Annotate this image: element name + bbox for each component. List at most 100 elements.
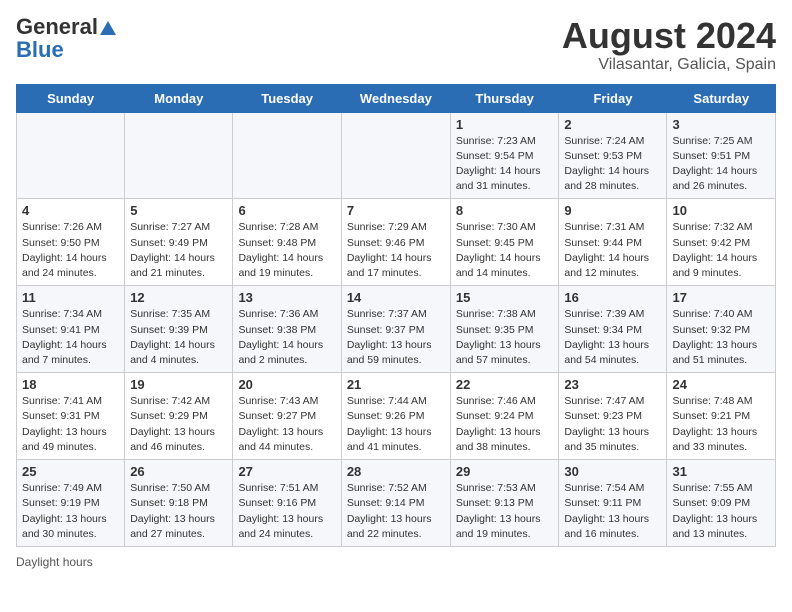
page-header: General Blue August 2024 Vilasantar, Gal… [16,16,776,74]
day-number: 6 [238,203,335,218]
day-detail: Sunrise: 7:25 AMSunset: 9:51 PMDaylight:… [672,134,770,195]
calendar-cell: 4 Sunrise: 7:26 AMSunset: 9:50 PMDaylight… [17,199,125,286]
header-day-sunday: Sunday [17,84,125,112]
day-number: 5 [130,203,227,218]
calendar-cell: 22Sunrise: 7:46 AMSunset: 9:24 PMDayligh… [450,373,559,460]
calendar-week-3: 11 Sunrise: 7:34 AMSunset: 9:41 PMDayligh… [17,286,776,373]
calendar-week-1: 1 Sunrise: 7:23 AMSunset: 9:54 PMDaylight… [17,112,776,199]
day-number: 4 [22,203,119,218]
day-detail: Sunrise: 7:30 AMSunset: 9:45 PMDaylight:… [456,220,554,281]
calendar-cell: 23Sunrise: 7:47 AMSunset: 9:23 PMDayligh… [559,373,667,460]
day-number: 20 [238,377,335,392]
calendar-cell: 14 Sunrise: 7:37 AMSunset: 9:37 PMDayligh… [341,286,450,373]
page-subtitle: Vilasantar, Galicia, Spain [562,56,776,74]
day-detail: Sunrise: 7:38 AMSunset: 9:35 PMDaylight:… [456,307,554,368]
header-day-friday: Friday [559,84,667,112]
day-number: 21 [347,377,445,392]
calendar-week-2: 4 Sunrise: 7:26 AMSunset: 9:50 PMDaylight… [17,199,776,286]
calendar-cell: 10Sunrise: 7:32 AMSunset: 9:42 PMDayligh… [667,199,776,286]
day-number: 29 [456,464,554,479]
day-number: 14 [347,290,445,305]
calendar-cell: 17Sunrise: 7:40 AMSunset: 9:32 PMDayligh… [667,286,776,373]
calendar-cell: 2 Sunrise: 7:24 AMSunset: 9:53 PMDaylight… [559,112,667,199]
day-detail: Sunrise: 7:23 AMSunset: 9:54 PMDaylight:… [456,134,554,195]
footer-note: Daylight hours [16,555,776,569]
day-number: 16 [564,290,661,305]
page-title: August 2024 [562,16,776,56]
day-number: 26 [130,464,227,479]
calendar-cell: 7Sunrise: 7:29 AMSunset: 9:46 PMDaylight… [341,199,450,286]
calendar-cell: 3 Sunrise: 7:25 AMSunset: 9:51 PMDaylight… [667,112,776,199]
calendar-cell: 13 Sunrise: 7:36 AMSunset: 9:38 PMDayligh… [233,286,341,373]
calendar-cell: 18 Sunrise: 7:41 AMSunset: 9:31 PMDayligh… [17,373,125,460]
calendar-cell: 19Sunrise: 7:42 AMSunset: 9:29 PMDayligh… [125,373,233,460]
calendar-cell: 16 Sunrise: 7:39 AMSunset: 9:34 PMDayligh… [559,286,667,373]
day-number: 11 [22,290,119,305]
day-number: 12 [130,290,227,305]
day-detail: Sunrise: 7:26 AMSunset: 9:50 PMDaylight:… [22,220,119,281]
day-number: 8 [456,203,554,218]
day-detail: Sunrise: 7:55 AMSunset: 9:09 PMDaylight:… [672,481,770,542]
day-detail: Sunrise: 7:27 AMSunset: 9:49 PMDaylight:… [130,220,227,281]
calendar-cell: 26 Sunrise: 7:50 AMSunset: 9:18 PMDayligh… [125,460,233,547]
calendar-table: SundayMondayTuesdayWednesdayThursdayFrid… [16,84,776,547]
day-detail: Sunrise: 7:34 AMSunset: 9:41 PMDaylight:… [22,307,119,368]
calendar-body: 1 Sunrise: 7:23 AMSunset: 9:54 PMDaylight… [17,112,776,546]
day-number: 18 [22,377,119,392]
calendar-cell: 15 Sunrise: 7:38 AMSunset: 9:35 PMDayligh… [450,286,559,373]
calendar-week-5: 25Sunrise: 7:49 AMSunset: 9:19 PMDayligh… [17,460,776,547]
header-day-monday: Monday [125,84,233,112]
header-day-saturday: Saturday [667,84,776,112]
day-detail: Sunrise: 7:54 AMSunset: 9:11 PMDaylight:… [564,481,661,542]
day-detail: Sunrise: 7:28 AMSunset: 9:48 PMDaylight:… [238,220,335,281]
logo-blue-text: Blue [16,37,64,62]
calendar-cell: 6 Sunrise: 7:28 AMSunset: 9:48 PMDaylight… [233,199,341,286]
calendar-cell [341,112,450,199]
header-day-tuesday: Tuesday [233,84,341,112]
day-number: 13 [238,290,335,305]
calendar-cell: 9Sunrise: 7:31 AMSunset: 9:44 PMDaylight… [559,199,667,286]
day-detail: Sunrise: 7:44 AMSunset: 9:26 PMDaylight:… [347,394,445,455]
calendar-cell: 30 Sunrise: 7:54 AMSunset: 9:11 PMDayligh… [559,460,667,547]
day-detail: Sunrise: 7:37 AMSunset: 9:37 PMDaylight:… [347,307,445,368]
day-number: 30 [564,464,661,479]
day-detail: Sunrise: 7:41 AMSunset: 9:31 PMDaylight:… [22,394,119,455]
day-number: 31 [672,464,770,479]
logo-top-line: General [16,16,116,39]
day-detail: Sunrise: 7:51 AMSunset: 9:16 PMDaylight:… [238,481,335,542]
day-number: 24 [672,377,770,392]
logo-triangle-icon [100,21,116,35]
day-detail: Sunrise: 7:50 AMSunset: 9:18 PMDaylight:… [130,481,227,542]
day-detail: Sunrise: 7:42 AMSunset: 9:29 PMDaylight:… [130,394,227,455]
day-detail: Sunrise: 7:24 AMSunset: 9:53 PMDaylight:… [564,134,661,195]
header-day-wednesday: Wednesday [341,84,450,112]
title-block: August 2024 Vilasantar, Galicia, Spain [562,16,776,74]
day-number: 2 [564,117,661,132]
calendar-cell: 1 Sunrise: 7:23 AMSunset: 9:54 PMDaylight… [450,112,559,199]
day-number: 1 [456,117,554,132]
calendar-header: SundayMondayTuesdayWednesdayThursdayFrid… [17,84,776,112]
header-day-thursday: Thursday [450,84,559,112]
calendar-cell: 12 Sunrise: 7:35 AMSunset: 9:39 PMDayligh… [125,286,233,373]
logo-general-text: General [16,14,98,39]
calendar-cell: 25Sunrise: 7:49 AMSunset: 9:19 PMDayligh… [17,460,125,547]
day-number: 3 [672,117,770,132]
day-number: 23 [564,377,661,392]
day-detail: Sunrise: 7:35 AMSunset: 9:39 PMDaylight:… [130,307,227,368]
day-number: 9 [564,203,661,218]
calendar-cell: 31 Sunrise: 7:55 AMSunset: 9:09 PMDayligh… [667,460,776,547]
day-detail: Sunrise: 7:46 AMSunset: 9:24 PMDaylight:… [456,394,554,455]
day-detail: Sunrise: 7:43 AMSunset: 9:27 PMDaylight:… [238,394,335,455]
calendar-cell: 24Sunrise: 7:48 AMSunset: 9:21 PMDayligh… [667,373,776,460]
calendar-cell: 28Sunrise: 7:52 AMSunset: 9:14 PMDayligh… [341,460,450,547]
day-detail: Sunrise: 7:39 AMSunset: 9:34 PMDaylight:… [564,307,661,368]
day-detail: Sunrise: 7:36 AMSunset: 9:38 PMDaylight:… [238,307,335,368]
day-detail: Sunrise: 7:53 AMSunset: 9:13 PMDaylight:… [456,481,554,542]
calendar-cell [17,112,125,199]
calendar-cell [125,112,233,199]
day-number: 10 [672,203,770,218]
header-row: SundayMondayTuesdayWednesdayThursdayFrid… [17,84,776,112]
logo: General Blue [16,16,116,62]
day-detail: Sunrise: 7:40 AMSunset: 9:32 PMDaylight:… [672,307,770,368]
day-number: 15 [456,290,554,305]
